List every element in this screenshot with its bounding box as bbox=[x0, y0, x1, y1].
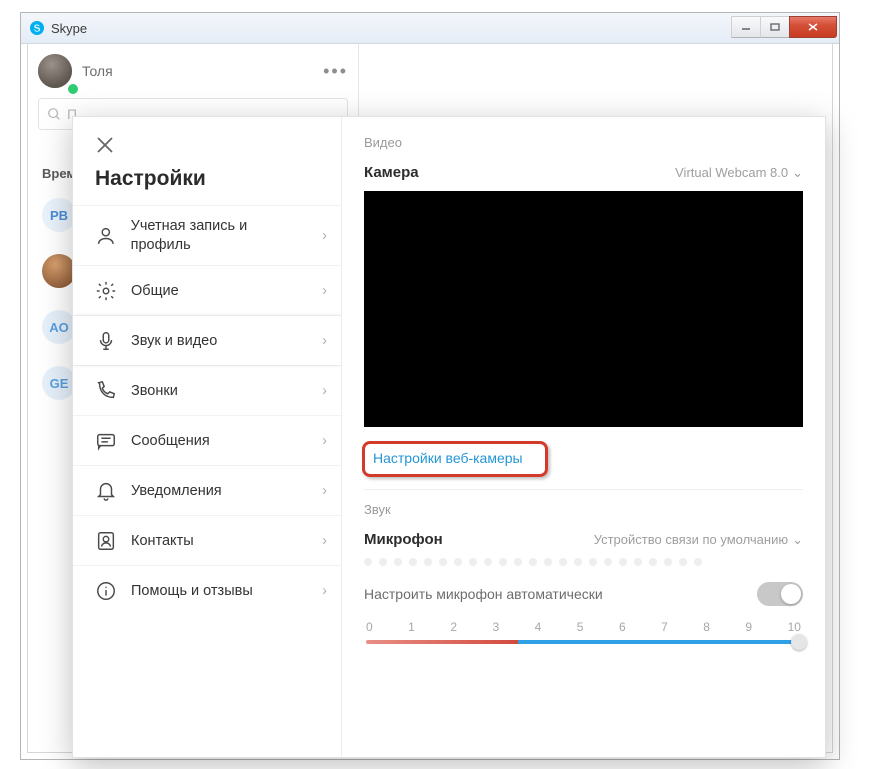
nav-audio-video[interactable]: Звук и видео › bbox=[73, 315, 341, 365]
camera-dropdown[interactable]: Virtual Webcam 8.0 ⌄ bbox=[675, 165, 803, 181]
info-icon bbox=[95, 580, 117, 602]
window-close-button[interactable] bbox=[789, 16, 837, 38]
audio-section-label: Звук bbox=[364, 502, 803, 517]
chevron-right-icon: › bbox=[322, 483, 327, 499]
contacts-icon bbox=[95, 530, 117, 552]
nav-general[interactable]: Общие › bbox=[73, 265, 341, 315]
phone-icon bbox=[95, 380, 117, 402]
divider bbox=[364, 489, 803, 490]
profile-name: Толя bbox=[82, 63, 323, 79]
chevron-right-icon: › bbox=[322, 228, 327, 244]
mic-level-meter bbox=[364, 558, 803, 566]
person-icon bbox=[95, 225, 117, 247]
video-section-label: Видео bbox=[364, 135, 803, 150]
camera-preview bbox=[364, 191, 803, 427]
close-icon[interactable] bbox=[95, 135, 115, 155]
nav-messages[interactable]: Сообщения › bbox=[73, 415, 341, 465]
volume-scale: 012345678910 bbox=[364, 620, 803, 634]
settings-panel: Настройки Учетная запись и профиль › Общ… bbox=[72, 116, 826, 758]
chevron-right-icon: › bbox=[322, 533, 327, 549]
volume-slider[interactable] bbox=[366, 640, 801, 644]
nav-account[interactable]: Учетная запись и профиль › bbox=[73, 205, 341, 265]
camera-label: Камера bbox=[364, 164, 675, 181]
skype-icon bbox=[29, 20, 45, 36]
contact-avatar: GE bbox=[42, 366, 76, 400]
contact-avatar: PB bbox=[42, 198, 76, 232]
nav-notifications[interactable]: Уведомления › bbox=[73, 465, 341, 515]
contact-avatar: AO bbox=[42, 310, 76, 344]
nav-contacts[interactable]: Контакты › bbox=[73, 515, 341, 565]
window-title: Skype bbox=[51, 21, 732, 36]
microphone-dropdown[interactable]: Устройство связи по умолчанию ⌄ bbox=[594, 532, 803, 548]
bell-icon bbox=[95, 480, 117, 502]
chevron-right-icon: › bbox=[322, 283, 327, 299]
avatar[interactable] bbox=[38, 54, 72, 88]
presence-indicator bbox=[66, 82, 80, 96]
search-icon bbox=[47, 107, 61, 121]
microphone-icon bbox=[95, 330, 117, 352]
window-titlebar: Skype bbox=[21, 13, 839, 44]
chevron-down-icon: ⌄ bbox=[792, 165, 803, 181]
nav-calls[interactable]: Звонки › bbox=[73, 365, 341, 415]
contact-avatar bbox=[42, 254, 76, 288]
more-icon[interactable]: ••• bbox=[323, 61, 348, 82]
settings-content: Видео Камера Virtual Webcam 8.0 ⌄ Настро… bbox=[342, 117, 825, 757]
chevron-right-icon: › bbox=[322, 383, 327, 399]
auto-mic-toggle[interactable] bbox=[757, 582, 803, 606]
settings-nav: Настройки Учетная запись и профиль › Общ… bbox=[73, 117, 342, 757]
settings-title: Настройки bbox=[95, 167, 341, 191]
webcam-settings-link[interactable]: Настройки веб-камеры bbox=[373, 450, 523, 466]
auto-mic-label: Настроить микрофон автоматически bbox=[364, 586, 757, 602]
annotation-highlight: Настройки веб-камеры bbox=[362, 441, 548, 477]
chevron-down-icon: ⌄ bbox=[792, 532, 803, 548]
gear-icon bbox=[95, 280, 117, 302]
microphone-label: Микрофон bbox=[364, 531, 594, 548]
nav-help[interactable]: Помощь и отзывы › bbox=[73, 565, 341, 615]
message-icon bbox=[95, 430, 117, 452]
window-maximize-button[interactable] bbox=[760, 16, 790, 38]
chevron-right-icon: › bbox=[322, 433, 327, 449]
window-minimize-button[interactable] bbox=[731, 16, 761, 38]
chevron-right-icon: › bbox=[322, 333, 327, 349]
chevron-right-icon: › bbox=[322, 583, 327, 599]
slider-thumb[interactable] bbox=[791, 634, 807, 650]
